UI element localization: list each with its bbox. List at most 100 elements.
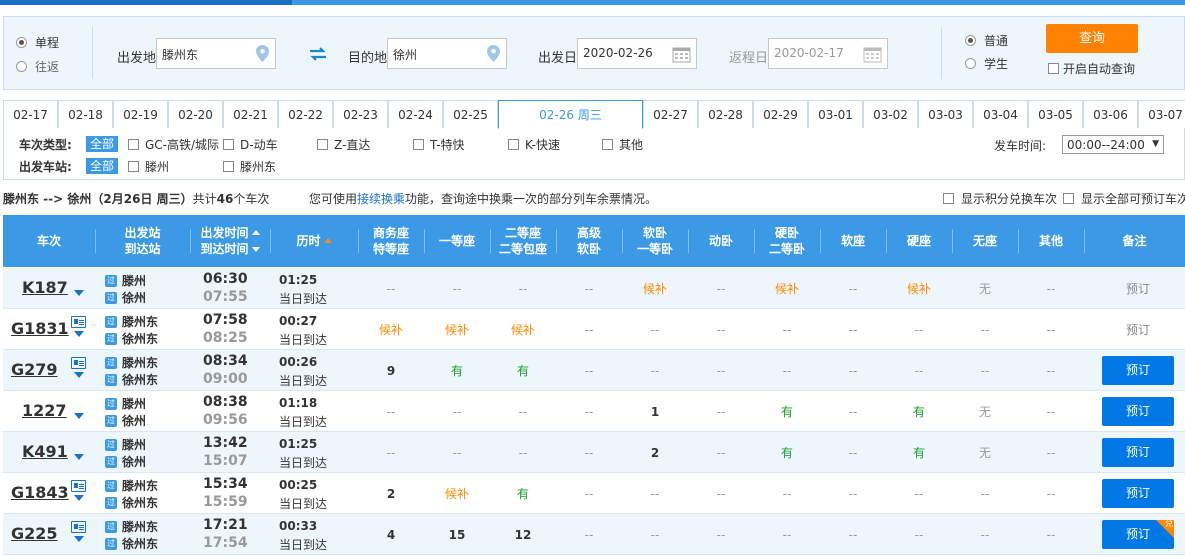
date-tab[interactable]: 02-20 bbox=[168, 100, 223, 128]
to-station: 过徐州东 bbox=[105, 494, 195, 511]
book-button[interactable]: 预订 bbox=[1102, 397, 1174, 426]
date-tab[interactable]: 03-01 bbox=[808, 100, 863, 128]
date-tab[interactable]: 03-06 bbox=[1083, 100, 1138, 128]
seat-availability[interactable]: 候补 bbox=[358, 309, 424, 350]
filter-type-label: D-动车 bbox=[240, 138, 278, 152]
book-button[interactable]: 预订 bbox=[1102, 479, 1174, 508]
chevron-down-icon[interactable] bbox=[74, 290, 84, 296]
header-duration[interactable]: 历时 bbox=[270, 215, 358, 267]
train-number-link[interactable]: G279 bbox=[11, 360, 58, 379]
filter-station-tengzhou[interactable]: 滕州 bbox=[128, 158, 169, 175]
depart-date-value: 2020-02-26 bbox=[583, 46, 653, 60]
seat-availability[interactable]: 有 bbox=[886, 432, 952, 473]
filter-type-gc[interactable]: GC-高铁/城际 bbox=[128, 136, 219, 153]
filter-station-tengzhoudong[interactable]: 滕州东 bbox=[223, 158, 276, 175]
book-button[interactable]: 预订 bbox=[1102, 438, 1174, 467]
chevron-down-icon[interactable] bbox=[74, 454, 84, 460]
query-button[interactable]: 查询 bbox=[1046, 24, 1138, 53]
header-train: 车次 bbox=[3, 215, 95, 267]
train-type-all-button[interactable]: 全部 bbox=[86, 136, 118, 152]
seat-availability[interactable]: 有 bbox=[886, 391, 952, 432]
date-tab[interactable]: 02-22 bbox=[278, 100, 333, 128]
date-tab[interactable]: 03-04 bbox=[973, 100, 1028, 128]
filter-type-d[interactable]: D-动车 bbox=[223, 136, 278, 153]
chevron-down-icon[interactable] bbox=[74, 413, 84, 419]
date-tab[interactable]: 02-24 bbox=[388, 100, 443, 128]
date-tab[interactable]: 03-02 bbox=[863, 100, 918, 128]
passenger-student-radio[interactable]: 学生 bbox=[965, 55, 1008, 72]
depart-date-input[interactable]: 2020-02-26 bbox=[577, 38, 697, 69]
filter-type-t[interactable]: T-特快 bbox=[413, 136, 465, 153]
date-tab[interactable]: 02-19 bbox=[113, 100, 168, 128]
header-hard-seat-label: 硬座 bbox=[906, 234, 931, 248]
seat-availability[interactable]: 2 bbox=[622, 432, 688, 473]
seat-availability[interactable]: 候补 bbox=[886, 268, 952, 309]
train-number-link[interactable]: K491 bbox=[22, 442, 68, 461]
date-tab[interactable]: 03-03 bbox=[918, 100, 973, 128]
depart-time-select[interactable]: 00:00--24:00 ▼ bbox=[1062, 135, 1164, 154]
filter-type-z[interactable]: Z-直达 bbox=[317, 136, 370, 153]
seat-availability[interactable]: 候补 bbox=[754, 268, 820, 309]
chevron-down-icon[interactable] bbox=[74, 372, 84, 378]
arrive-time: 09:56 bbox=[203, 412, 248, 428]
swap-stations-icon[interactable] bbox=[309, 47, 327, 61]
auto-query-checkbox[interactable]: 开启自动查询 bbox=[1048, 60, 1135, 77]
date-tab[interactable]: 02-17 bbox=[3, 100, 58, 128]
passenger-normal-radio[interactable]: 普通 bbox=[965, 32, 1008, 49]
date-tab[interactable]: 02-27 bbox=[643, 100, 698, 128]
seat-availability: -- bbox=[518, 445, 528, 460]
train-number-link[interactable]: G1843 bbox=[11, 483, 69, 502]
seat-availability[interactable]: 有 bbox=[424, 350, 490, 391]
header-times[interactable]: 出发时间 到达时间 bbox=[190, 215, 270, 267]
chevron-down-icon[interactable] bbox=[74, 495, 84, 501]
trip-roundtrip-radio[interactable]: 往返 bbox=[16, 58, 59, 75]
seat-availability[interactable]: 1 bbox=[622, 391, 688, 432]
date-tab[interactable]: 02-23 bbox=[333, 100, 388, 128]
from-station-name: 滕州 bbox=[122, 274, 147, 288]
station-all-button[interactable]: 全部 bbox=[86, 158, 118, 174]
seat-availability[interactable]: 有 bbox=[754, 432, 820, 473]
date-tab[interactable]: 02-18 bbox=[58, 100, 113, 128]
arrive-time: 08:25 bbox=[203, 330, 248, 346]
show-all-checkbox[interactable]: 显示全部可预订车次 bbox=[1063, 190, 1185, 207]
seat-availability[interactable]: 9 bbox=[358, 350, 424, 391]
return-date-value: 2020-02-17 bbox=[774, 46, 844, 60]
book-button[interactable]: 预订 bbox=[1102, 356, 1174, 385]
transfer-link[interactable]: 接续换乘 bbox=[357, 192, 405, 206]
filter-type-k[interactable]: K-快速 bbox=[508, 136, 560, 153]
seat-availability[interactable]: 候补 bbox=[622, 268, 688, 309]
date-tab[interactable]: 02-28 bbox=[698, 100, 753, 128]
seat-availability[interactable]: 有 bbox=[490, 473, 556, 514]
date-tab[interactable]: 02-21 bbox=[223, 100, 278, 128]
seat-availability[interactable]: 12 bbox=[490, 514, 556, 555]
seat-availability[interactable]: 候补 bbox=[424, 309, 490, 350]
id-card-icon bbox=[71, 480, 86, 492]
date-tab[interactable]: 02-26 周三 bbox=[498, 100, 643, 129]
from-station-input[interactable]: 滕州东 bbox=[156, 38, 276, 69]
date-tab[interactable]: 02-29 bbox=[753, 100, 808, 128]
train-number-link[interactable]: 1227 bbox=[22, 401, 67, 420]
return-date-input[interactable]: 2020-02-17 bbox=[768, 38, 888, 69]
show-points-checkbox[interactable]: 显示积分兑换车次 bbox=[943, 190, 1057, 207]
date-tab[interactable]: 02-25 bbox=[443, 100, 498, 128]
train-number-link[interactable]: G225 bbox=[11, 524, 58, 543]
date-tab[interactable]: 03-07 bbox=[1138, 100, 1185, 128]
chevron-down-icon[interactable] bbox=[74, 331, 84, 337]
book-button[interactable]: 预订 兑 bbox=[1102, 520, 1174, 549]
date-tab[interactable]: 03-05 bbox=[1028, 100, 1083, 128]
header-moving-sleeper-label: 动卧 bbox=[708, 234, 733, 248]
filter-type-label: T-特快 bbox=[430, 138, 465, 152]
trip-oneway-radio[interactable]: 单程 bbox=[16, 34, 59, 51]
seat-availability[interactable]: 有 bbox=[754, 391, 820, 432]
chevron-down-icon[interactable] bbox=[74, 536, 84, 542]
seat-availability[interactable]: 有 bbox=[490, 350, 556, 391]
seat-availability[interactable]: 2 bbox=[358, 473, 424, 514]
train-number-link[interactable]: G1831 bbox=[11, 319, 69, 338]
seat-availability[interactable]: 15 bbox=[424, 514, 490, 555]
seat-availability[interactable]: 候补 bbox=[424, 473, 490, 514]
seat-availability[interactable]: 候补 bbox=[490, 309, 556, 350]
seat-availability[interactable]: 4 bbox=[358, 514, 424, 555]
train-number-link[interactable]: K187 bbox=[22, 278, 68, 297]
filter-type-other[interactable]: 其他 bbox=[602, 136, 643, 153]
to-station-input[interactable]: 徐州 bbox=[387, 38, 507, 69]
